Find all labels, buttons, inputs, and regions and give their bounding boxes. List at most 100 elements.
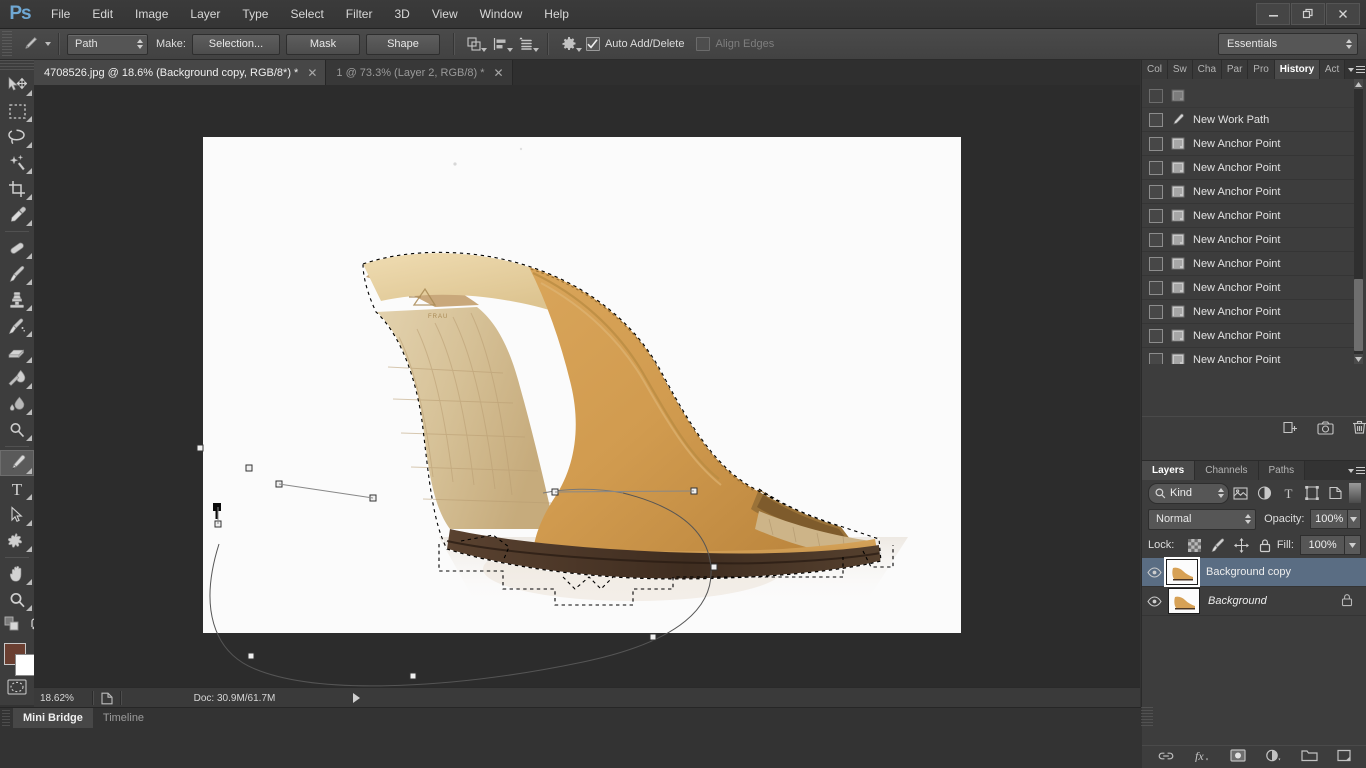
menu-type[interactable]: Type xyxy=(231,0,279,28)
fill-dropdown-arrow-icon[interactable] xyxy=(1345,535,1361,555)
menu-window[interactable]: Window xyxy=(469,0,534,28)
path-alignment-icon[interactable] xyxy=(488,33,514,55)
link-layers-icon[interactable] xyxy=(1158,750,1174,765)
add-layer-mask-icon[interactable] xyxy=(1230,749,1246,765)
tool-dodge[interactable] xyxy=(0,417,34,443)
history-scroll-down-arrow[interactable] xyxy=(1354,354,1363,364)
tab-channels[interactable]: Channels xyxy=(1195,461,1258,480)
layers-panel-menu-icon[interactable] xyxy=(1345,461,1366,480)
lock-image-pixels-icon[interactable] xyxy=(1206,535,1230,555)
history-row[interactable]: New Anchor Point xyxy=(1142,204,1355,228)
history-snapshot-checkbox[interactable] xyxy=(1149,233,1163,247)
tool-history-brush[interactable] xyxy=(0,313,34,339)
menu-file[interactable]: File xyxy=(40,0,81,28)
tool-pen[interactable] xyxy=(0,450,34,476)
document-profile-icon[interactable] xyxy=(94,692,120,705)
menu-layer[interactable]: Layer xyxy=(179,0,231,28)
history-row[interactable]: New Anchor Point xyxy=(1142,228,1355,252)
bottom-dock-grip[interactable] xyxy=(2,710,10,726)
document-canvas-area[interactable]: FRAU xyxy=(34,85,1140,687)
history-row[interactable]: New Anchor Point xyxy=(1142,276,1355,300)
default-colors-icon[interactable] xyxy=(4,616,20,634)
history-row[interactable]: New Anchor Point xyxy=(1142,324,1355,348)
shape-filter-icon[interactable] xyxy=(1300,483,1324,503)
history-scroll-up-arrow[interactable] xyxy=(1354,79,1363,89)
history-row[interactable] xyxy=(1142,84,1355,108)
document-tab-1[interactable]: 1 @ 73.3% (Layer 2, RGB/8) * ✕ xyxy=(326,60,512,85)
history-snapshot-checkbox[interactable] xyxy=(1149,353,1163,365)
tool-crop[interactable] xyxy=(0,176,34,202)
menu-filter[interactable]: Filter xyxy=(335,0,384,28)
new-group-icon[interactable] xyxy=(1301,749,1318,765)
tab-paragraph[interactable]: Par xyxy=(1222,60,1248,79)
tool-quick-selection[interactable] xyxy=(0,150,34,176)
history-snapshot-checkbox[interactable] xyxy=(1149,209,1163,223)
make-shape-button[interactable]: Shape xyxy=(366,34,440,55)
history-row[interactable]: New Anchor Point xyxy=(1142,180,1355,204)
layer-visibility-eye-icon[interactable] xyxy=(1142,596,1166,607)
tool-move[interactable] xyxy=(0,72,34,98)
layer-visibility-eye-icon[interactable] xyxy=(1142,567,1166,578)
delete-state-icon[interactable] xyxy=(1352,420,1366,438)
minimize-button[interactable] xyxy=(1256,3,1290,25)
tool-eyedropper[interactable] xyxy=(0,202,34,228)
menu-view[interactable]: View xyxy=(421,0,469,28)
new-layer-icon[interactable] xyxy=(1337,749,1352,765)
history-scrollbar-thumb[interactable] xyxy=(1354,279,1363,351)
status-expand-arrow-icon[interactable] xyxy=(353,693,360,703)
new-snapshot-icon[interactable] xyxy=(1317,421,1334,438)
layer-name[interactable]: Background copy xyxy=(1206,566,1291,578)
opacity-dropdown-arrow-icon[interactable] xyxy=(1348,509,1361,529)
workspace-switcher[interactable]: Essentials xyxy=(1218,33,1358,55)
tab-layers[interactable]: Layers xyxy=(1142,461,1195,480)
history-snapshot-checkbox[interactable] xyxy=(1149,281,1163,295)
path-mode-select[interactable]: Path xyxy=(67,34,148,55)
history-row[interactable]: New Anchor Point xyxy=(1142,252,1355,276)
path-arrangement-icon[interactable] xyxy=(514,33,540,55)
lock-all-icon[interactable] xyxy=(1253,535,1277,555)
tab-actions[interactable]: Act xyxy=(1320,60,1345,79)
layer-name[interactable]: Background xyxy=(1208,595,1267,607)
history-snapshot-checkbox[interactable] xyxy=(1149,185,1163,199)
align-edges-option[interactable]: Align Edges xyxy=(696,37,774,51)
make-mask-button[interactable]: Mask xyxy=(286,34,360,55)
menu-help[interactable]: Help xyxy=(533,0,580,28)
history-snapshot-checkbox[interactable] xyxy=(1149,329,1163,343)
layer-row-background-copy[interactable]: Background copy xyxy=(1142,558,1366,587)
tool-zoom[interactable] xyxy=(0,587,34,613)
layer-style-fx-icon[interactable]: fx xyxy=(1193,749,1211,765)
options-bar-grip[interactable] xyxy=(2,31,12,57)
history-row[interactable]: New Anchor Point xyxy=(1142,156,1355,180)
document-tab-0[interactable]: 4708526.jpg @ 18.6% (Background copy, RG… xyxy=(34,60,326,85)
fill-value-field[interactable]: 100% xyxy=(1300,535,1345,555)
layer-filter-kind-select[interactable]: Kind xyxy=(1148,483,1229,504)
tab-color[interactable]: Col xyxy=(1142,60,1168,79)
new-adjustment-layer-icon[interactable] xyxy=(1265,749,1282,765)
adjustment-filter-icon[interactable] xyxy=(1253,483,1277,503)
tab-history[interactable]: History xyxy=(1275,60,1320,79)
pixel-filter-icon[interactable] xyxy=(1229,483,1253,503)
tool-healing-brush[interactable] xyxy=(0,235,34,261)
tool-clone-stamp[interactable] xyxy=(0,287,34,313)
tool-custom-shape[interactable] xyxy=(0,528,34,554)
current-tool-preset-picker[interactable] xyxy=(18,33,51,55)
opacity-value-field[interactable]: 100% xyxy=(1310,509,1347,529)
tab-properties[interactable]: Pro xyxy=(1248,60,1274,79)
tool-eraser[interactable] xyxy=(0,339,34,365)
history-row[interactable]: New Anchor Point xyxy=(1142,132,1355,156)
menu-image[interactable]: Image xyxy=(124,0,179,28)
history-snapshot-checkbox[interactable] xyxy=(1149,137,1163,151)
make-selection-button[interactable]: Selection... xyxy=(192,34,280,55)
tool-rectangular-marquee[interactable] xyxy=(0,98,34,124)
filter-toggle-switch[interactable] xyxy=(1349,483,1361,503)
close-button[interactable] xyxy=(1326,3,1360,25)
gear-icon[interactable] xyxy=(556,33,582,55)
quick-mask-toggle[interactable] xyxy=(0,675,34,699)
menu-select[interactable]: Select xyxy=(279,0,334,28)
document-image-shoe[interactable]: FRAU xyxy=(203,137,961,633)
path-operations-icon[interactable] xyxy=(462,33,488,55)
menu-3d[interactable]: 3D xyxy=(383,0,420,28)
history-snapshot-checkbox[interactable] xyxy=(1149,89,1163,103)
tool-type[interactable]: T xyxy=(0,476,34,502)
history-panel-menu-icon[interactable] xyxy=(1345,60,1366,79)
